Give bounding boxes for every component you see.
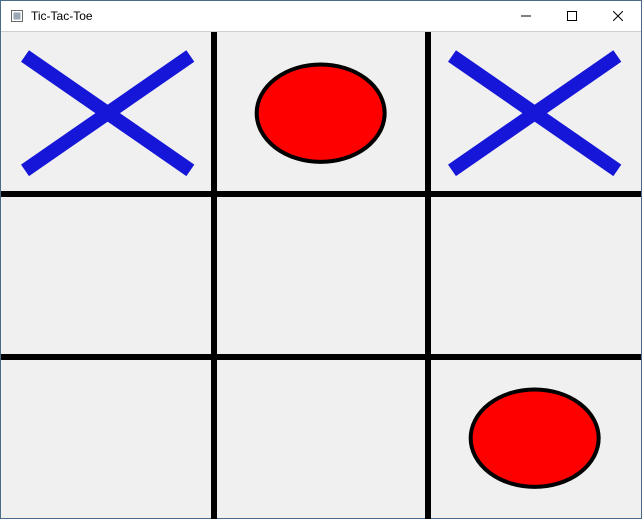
board-cell-1-1[interactable]	[214, 194, 427, 356]
mark-x-icon	[428, 32, 641, 194]
board-cell-2-0[interactable]	[1, 357, 214, 519]
window-title: Tic-Tac-Toe	[31, 9, 93, 23]
game-board	[1, 32, 641, 518]
board-cell-1-0[interactable]	[1, 194, 214, 356]
mark-x-icon	[1, 32, 214, 194]
board-cell-2-2[interactable]	[428, 357, 641, 519]
titlebar: Tic-Tac-Toe	[1, 1, 641, 32]
board-cell-0-0[interactable]	[1, 32, 214, 194]
mark-o-icon	[214, 32, 427, 194]
board-cell-0-1[interactable]	[214, 32, 427, 194]
mark-o-icon	[428, 357, 641, 519]
close-icon	[613, 11, 623, 21]
game-client-area	[1, 32, 641, 518]
app-icon	[9, 8, 25, 24]
app-window: Tic-Tac-Toe	[0, 0, 642, 519]
maximize-button[interactable]	[549, 1, 595, 31]
board-cell-2-1[interactable]	[214, 357, 427, 519]
board-cell-1-2[interactable]	[428, 194, 641, 356]
board-cell-0-2[interactable]	[428, 32, 641, 194]
minimize-icon	[521, 11, 531, 21]
maximize-icon	[567, 11, 577, 21]
minimize-button[interactable]	[503, 1, 549, 31]
close-button[interactable]	[595, 1, 641, 31]
